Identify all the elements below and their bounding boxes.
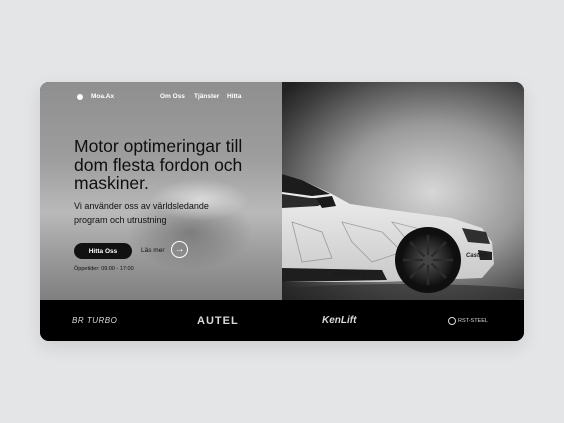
hero-card: Moa.Ax Om Oss Tjänster Hitta Motor optim…: [40, 82, 524, 341]
partner-logo-kenlift: KenLift: [322, 315, 357, 326]
rst-ring-icon: [448, 316, 456, 325]
hero-headline: Motor optimeringar till dom flesta fordo…: [74, 136, 243, 193]
castrol-decal: Castrol: [466, 253, 487, 259]
nav-item-tjanster[interactable]: Tjänster: [194, 93, 219, 100]
partner-logo-rst-steel-label: RST-STEEL: [458, 317, 488, 324]
opening-hours: Öppetider: 09:00 - 17:00: [74, 266, 134, 272]
race-car-illustration: PIRELLI Castrol: [282, 174, 524, 300]
arrow-right-icon[interactable]: →: [171, 241, 188, 258]
pirelli-decal: PIRELLI: [334, 269, 365, 278]
partner-logo-autel: AUTEL: [197, 314, 239, 327]
partner-logos-bar: BR TURBO AUTEL KenLift RST-STEEL: [40, 300, 524, 341]
car-image: PIRELLI Castrol: [282, 82, 524, 300]
hero-subtitle: Vi använder oss av världsledande program…: [74, 201, 209, 225]
hero-left-panel: Moa.Ax Om Oss Tjänster Hitta Motor optim…: [40, 82, 282, 300]
nav-item-om-oss[interactable]: Om Oss: [160, 93, 185, 100]
logo-dot-icon: [77, 94, 83, 100]
partner-logo-br-turbo: BR TURBO: [72, 316, 118, 325]
brand-name[interactable]: Moa.Ax: [91, 93, 114, 100]
find-us-button[interactable]: Hitta Oss: [74, 243, 132, 259]
read-more-link[interactable]: Läs mer: [141, 247, 164, 254]
partner-logo-rst-steel: RST-STEEL: [448, 300, 488, 341]
nav-item-hitta[interactable]: Hitta: [227, 93, 241, 100]
